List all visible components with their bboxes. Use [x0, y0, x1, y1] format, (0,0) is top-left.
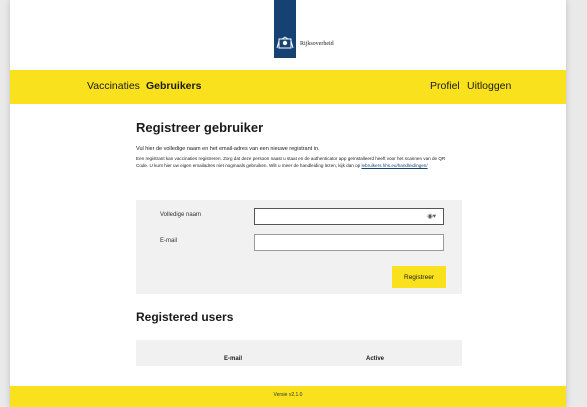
header: Rijksoverheid — [10, 0, 566, 70]
autofill-icon[interactable]: ◉▾ — [427, 212, 436, 220]
name-label: Volledige naam — [160, 212, 202, 218]
nav-vaccinaties[interactable]: Vaccinaties — [87, 80, 140, 92]
version-text: Versie v2.1.0 — [273, 392, 303, 398]
app-window: Rijksoverheid Vaccinaties Gebruikers Pro… — [10, 0, 566, 407]
logo[interactable] — [274, 0, 296, 58]
register-button[interactable]: Registreer — [392, 266, 446, 288]
name-field[interactable]: ◉▾ — [254, 208, 444, 225]
crest-icon — [276, 36, 294, 49]
main-nav: Vaccinaties Gebruikers Profiel Uitloggen — [10, 70, 566, 104]
intro-text: Vul hier de volledige naam en het email-… — [136, 146, 320, 152]
users-table: E-mail Active — [136, 340, 462, 366]
registered-users-title: Registered users — [136, 310, 234, 324]
page-title: Registreer gebruiker — [136, 120, 264, 135]
nav-profiel[interactable]: Profiel — [430, 80, 460, 92]
help-text: Een registrant kan vaccinaties registrer… — [136, 156, 456, 170]
column-header-email: E-mail — [224, 356, 243, 362]
email-label: E-mail — [160, 238, 178, 244]
register-form: Volledige naam ◉▾ E-mail Registreer — [136, 200, 462, 294]
logo-text: Rijksoverheid — [300, 41, 334, 47]
email-field[interactable] — [254, 234, 444, 251]
nav-gebruikers[interactable]: Gebruikers — [146, 80, 201, 92]
footer: Versie v2.1.0 — [10, 386, 566, 407]
manual-link[interactable]: lebruikers.hhs.eu/handleidingen/ — [361, 163, 427, 168]
nav-uitloggen[interactable]: Uitloggen — [467, 80, 511, 92]
column-header-active: Active — [366, 356, 385, 362]
